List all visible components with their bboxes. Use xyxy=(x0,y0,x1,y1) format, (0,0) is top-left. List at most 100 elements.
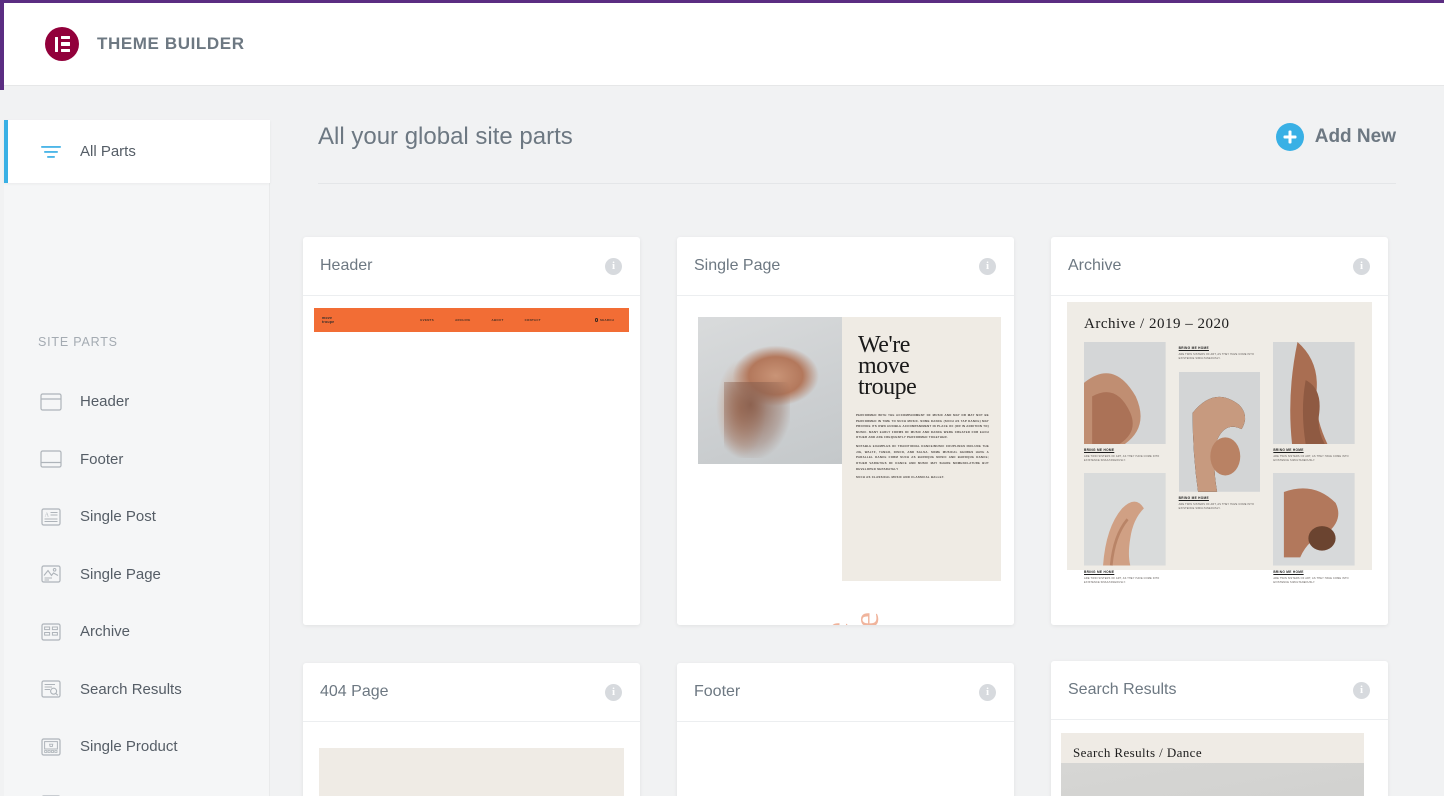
archive-item-text: ARE TWIN SISTERS OF ART, AS THEY HAVE CO… xyxy=(1084,455,1166,463)
archive-item-caption: BRING ME HOME xyxy=(1179,346,1261,350)
info-icon[interactable]: i xyxy=(1353,682,1370,699)
app-topbar: THEME BUILDER xyxy=(4,3,1444,86)
sidebar-section-label: SITE PARTS xyxy=(38,335,118,349)
card-archive-head: Archive i xyxy=(1051,237,1388,296)
single-post-icon: A xyxy=(38,504,64,530)
header-preview-search: SEARCH xyxy=(595,318,614,322)
card-search-results[interactable]: Search Results i Search Results / Dance xyxy=(1051,661,1388,796)
sidebar-item-footer[interactable]: Footer xyxy=(4,431,270,489)
archive-preview: Archive / 2019 – 2020 BRING ME HOME ARE … xyxy=(1067,302,1372,570)
svg-text:A: A xyxy=(45,512,50,518)
sidebar-item-search-results-label: Search Results xyxy=(80,681,182,698)
card-preview-header: movetroupe EVENTS ARCHIVE ABOUT CONTACT … xyxy=(303,296,640,625)
single-page-paragraph: NOTABLE EXAMPLES OF TRADITIONAL DANCE/MU… xyxy=(856,444,989,472)
sidebar-item-all-parts[interactable]: All Parts xyxy=(4,120,270,183)
sidebar-item-product-archive[interactable]: Product Archive xyxy=(4,776,270,796)
search-icon xyxy=(595,318,598,321)
card-preview-footer xyxy=(677,722,1014,796)
sidebar-item-single-page[interactable]: Single Page xyxy=(4,546,270,604)
card-preview-search-results: Search Results / Dance xyxy=(1051,720,1388,796)
card-404-page[interactable]: 404 Page i ERROR 404 ERROR 404 ERROR 404 xyxy=(303,663,640,796)
single-page-vertical-title: move troupe xyxy=(821,613,881,625)
archive-thumb xyxy=(1273,473,1355,566)
info-icon[interactable]: i xyxy=(979,684,996,701)
archive-item-caption: BRING ME HOME xyxy=(1179,496,1261,500)
archive-thumb xyxy=(1179,372,1261,492)
card-preview-single-page: move troupe We'removetroupe PERFORMED WI… xyxy=(677,296,1014,625)
elementor-logo-icon[interactable] xyxy=(45,27,79,61)
card-preview-404: ERROR 404 ERROR 404 ERROR 404 xyxy=(303,722,640,796)
card-header[interactable]: Header i movetroupe EVENTS ARCHIVE ABOUT… xyxy=(303,237,640,625)
footer-layout-icon xyxy=(38,446,64,472)
info-icon[interactable]: i xyxy=(605,258,622,275)
header-preview-menu: EVENTS ARCHIVE ABOUT CONTACT xyxy=(420,318,541,322)
sidebar-item-search-results[interactable]: Search Results xyxy=(4,661,270,719)
single-page-preview: move troupe We'removetroupe PERFORMED WI… xyxy=(698,317,1001,581)
single-page-paragraph: SUCH AS CLASSICAL MUSIC AND CLASSICAL BA… xyxy=(856,475,989,481)
archive-item-text: ARE TWIN SISTERS OF ART, AS THEY HAVE CO… xyxy=(1179,353,1261,361)
app-title: THEME BUILDER xyxy=(97,34,245,54)
archive-item: BRING ME HOME ARE TWIN SISTERS OF ART, A… xyxy=(1273,342,1355,585)
menu-item-about: ABOUT xyxy=(492,318,504,322)
single-page-body: PERFORMED WITH THE ACCOMPANIMENT OF MUSI… xyxy=(856,413,989,484)
archive-preview-heading: Archive / 2019 – 2020 xyxy=(1084,316,1355,333)
sidebar-item-single-post[interactable]: A Single Post xyxy=(4,488,270,546)
card-title: Footer xyxy=(694,683,740,701)
sidebar-top-spacer xyxy=(4,90,270,120)
sidebar-item-header[interactable]: Header xyxy=(4,373,270,431)
card-title: Single Page xyxy=(694,257,780,275)
card-archive[interactable]: Archive i Archive / 2019 – 2020 xyxy=(1051,237,1388,625)
archive-preview-grid: BRING ME HOME ARE TWIN SISTERS OF ART, A… xyxy=(1084,342,1355,585)
sidebar: All Parts SITE PARTS Header xyxy=(4,90,270,796)
sidebar-item-all-parts-label: All Parts xyxy=(80,143,136,160)
single-product-icon xyxy=(38,734,64,760)
header-preview-search-label: SEARCH xyxy=(600,318,614,322)
archive-item-caption: BRING ME HOME xyxy=(1084,448,1166,452)
card-footer[interactable]: Footer i xyxy=(677,663,1014,796)
dancer-photo xyxy=(698,317,842,464)
menu-item-contact: CONTACT xyxy=(525,318,541,322)
search-results-preview: Search Results / Dance xyxy=(1061,733,1364,796)
add-new-button[interactable]: Add New xyxy=(1276,123,1396,151)
sidebar-nav-list: Header Footer A xyxy=(4,373,270,796)
card-single-page[interactable]: Single Page i move troupe We'removetroup… xyxy=(677,237,1014,625)
info-icon[interactable]: i xyxy=(605,684,622,701)
header-preview-logo: movetroupe xyxy=(322,316,334,325)
card-footer-head: Footer i xyxy=(677,663,1014,722)
card-search-results-head: Search Results i xyxy=(1051,661,1388,720)
main-header: All your global site parts Add New xyxy=(318,90,1396,184)
archive-item-text: ARE TWIN SISTERS OF ART, AS THEY HAVE CO… xyxy=(1273,455,1355,463)
card-title: Archive xyxy=(1068,257,1121,275)
error-404-preview: ERROR 404 ERROR 404 ERROR 404 xyxy=(319,748,624,796)
dancer-photo xyxy=(1061,763,1364,796)
archive-item-text: ARE TWIN SISTERS OF ART, AS THEY HAVE CO… xyxy=(1179,503,1261,511)
add-new-label: Add New xyxy=(1315,126,1396,148)
sidebar-item-footer-label: Footer xyxy=(80,451,123,468)
card-single-page-head: Single Page i xyxy=(677,237,1014,296)
filter-icon xyxy=(38,145,64,159)
sidebar-item-archive[interactable]: Archive xyxy=(4,603,270,661)
sidebar-item-single-post-label: Single Post xyxy=(80,508,156,525)
card-title: 404 Page xyxy=(320,683,389,701)
card-title: Header xyxy=(320,257,372,275)
single-page-icon xyxy=(38,561,64,587)
archive-item-text: ARE TWIN SISTERS OF ART, AS THEY HAVE CO… xyxy=(1084,577,1166,585)
card-title: Search Results xyxy=(1068,681,1177,699)
sidebar-item-header-label: Header xyxy=(80,393,129,410)
info-icon[interactable]: i xyxy=(1353,258,1370,275)
main-content: All your global site parts Add New Heade… xyxy=(270,90,1444,796)
sidebar-item-single-page-label: Single Page xyxy=(80,566,161,583)
archive-thumb xyxy=(1084,342,1166,444)
header-layout-icon xyxy=(38,389,64,415)
theme-builder-app: THEME BUILDER All Parts SITE PARTS xyxy=(0,0,1444,796)
archive-item: BRING ME HOME ARE TWIN SISTERS OF ART, A… xyxy=(1179,342,1261,585)
card-header-head: Header i xyxy=(303,237,640,296)
elementor-logo-mark xyxy=(55,36,70,52)
sidebar-item-single-product[interactable]: Single Product xyxy=(4,718,270,776)
sidebar-item-single-product-label: Single Product xyxy=(80,738,178,755)
site-parts-grid: Header i movetroupe EVENTS ARCHIVE ABOUT… xyxy=(303,237,1423,796)
archive-item-text: ARE TWIN SISTERS OF ART, AS THEY HAVE CO… xyxy=(1273,577,1355,585)
info-icon[interactable]: i xyxy=(979,258,996,275)
card-404-head: 404 Page i xyxy=(303,663,640,722)
header-preview-navbar: movetroupe EVENTS ARCHIVE ABOUT CONTACT … xyxy=(314,308,629,332)
